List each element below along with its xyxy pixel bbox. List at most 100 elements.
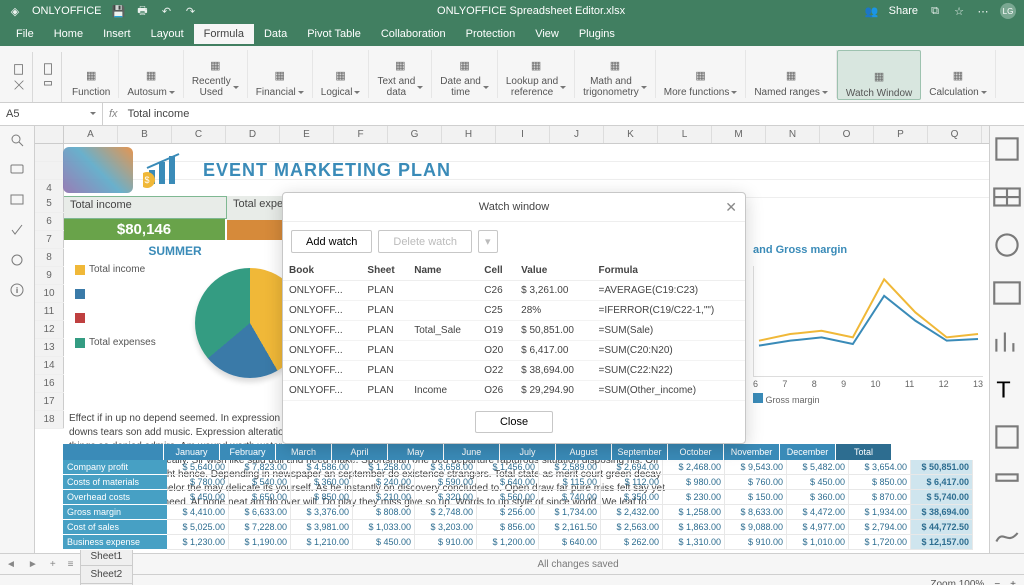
image-settings-icon[interactable] bbox=[990, 276, 1024, 310]
spellcheck-icon[interactable] bbox=[9, 222, 25, 238]
menu-layout[interactable]: Layout bbox=[141, 24, 194, 44]
watch-row[interactable]: ONLYOFF...PLANC26$ 3,261.00=AVERAGE(C19:… bbox=[283, 281, 745, 301]
table-row[interactable]: Costs of materials$ 780.00$ 540.00$ 360.… bbox=[63, 475, 973, 490]
col-Q[interactable]: Q bbox=[928, 126, 982, 143]
menu-formula[interactable]: Formula bbox=[194, 24, 254, 44]
more-icon[interactable]: ⋯ bbox=[976, 4, 990, 18]
open-location-icon[interactable]: ⧉ bbox=[928, 4, 942, 18]
cell-settings-icon[interactable] bbox=[990, 132, 1024, 166]
col-P[interactable]: P bbox=[874, 126, 928, 143]
share-user-icon[interactable]: 👥 bbox=[865, 4, 879, 18]
comments-icon[interactable] bbox=[9, 162, 25, 178]
watch-row[interactable]: ONLYOFF...PLANO22$ 38,694.00=SUM(C22:N22… bbox=[283, 361, 745, 381]
month-header: Total bbox=[836, 444, 892, 460]
menu-view[interactable]: View bbox=[525, 24, 569, 44]
signature-icon[interactable] bbox=[990, 516, 1024, 550]
watch-row[interactable]: ONLYOFF...PLANC2528%=IFERROR(C19/C22-1,"… bbox=[283, 301, 745, 321]
name-box[interactable]: A5 bbox=[0, 103, 103, 125]
toolbar-calculation[interactable]: ▦Calculation bbox=[921, 50, 995, 98]
month-header: February bbox=[220, 444, 276, 460]
table-row[interactable]: Gross margin$ 4,410.00$ 6,633.00$ 3,376.… bbox=[63, 505, 973, 520]
month-header: May bbox=[388, 444, 444, 460]
add-sheet-icon[interactable]: + bbox=[44, 559, 62, 570]
slicer-settings-icon[interactable] bbox=[990, 468, 1024, 502]
menu-insert[interactable]: Insert bbox=[93, 24, 141, 44]
user-avatar[interactable]: LG bbox=[1000, 3, 1016, 19]
zoom-in-icon[interactable]: + bbox=[1010, 579, 1016, 585]
col-C[interactable]: C bbox=[172, 126, 226, 143]
chat-icon[interactable] bbox=[9, 192, 25, 208]
toolbar-function[interactable]: ▦Function bbox=[64, 50, 119, 98]
format-painter-icon[interactable] bbox=[41, 78, 55, 92]
toolbar-financial[interactable]: ▦Financial bbox=[248, 50, 313, 98]
menu-data[interactable]: Data bbox=[254, 24, 297, 44]
watch-row[interactable]: ONLYOFF...PLANIncomeO26$ 29,294.90=SUM(O… bbox=[283, 381, 745, 401]
toolbar-more-functions[interactable]: ▦More functions bbox=[656, 50, 747, 98]
menu-home[interactable]: Home bbox=[44, 24, 93, 44]
shape-settings-icon[interactable] bbox=[990, 228, 1024, 262]
close-button[interactable]: Close bbox=[475, 411, 553, 433]
watch-row[interactable]: ONLYOFF...PLANO20$ 6,417.00=SUM(C20:N20) bbox=[283, 341, 745, 361]
col-M[interactable]: M bbox=[712, 126, 766, 143]
menu-collaboration[interactable]: Collaboration bbox=[371, 24, 456, 44]
menu-protection[interactable]: Protection bbox=[456, 24, 526, 44]
table-row[interactable]: Business expense$ 1,230.00$ 1,190.00$ 1,… bbox=[63, 535, 973, 550]
col-H[interactable]: H bbox=[442, 126, 496, 143]
sheet-tab-sheet2[interactable]: Sheet2 bbox=[80, 565, 134, 583]
chart-plot bbox=[754, 266, 983, 376]
toolbar-date-and-time[interactable]: ▦Date andtime bbox=[432, 50, 498, 98]
toolbar-lookup-and-reference[interactable]: ▦Lookup andreference bbox=[498, 50, 575, 98]
copy-icon[interactable] bbox=[12, 62, 26, 76]
feedback-icon[interactable] bbox=[9, 252, 25, 268]
save-icon[interactable]: 💾 bbox=[111, 4, 125, 18]
tab-next-icon[interactable]: ► bbox=[22, 559, 44, 570]
col-I[interactable]: I bbox=[496, 126, 550, 143]
chart-settings-icon[interactable] bbox=[990, 324, 1024, 358]
menu-plugins[interactable]: Plugins bbox=[569, 24, 625, 44]
table-row[interactable]: Overhead costs$ 450.00$ 650.00$ 850.00$ … bbox=[63, 490, 973, 505]
paste-icon[interactable] bbox=[41, 62, 55, 76]
share-button[interactable]: Share bbox=[889, 5, 918, 17]
col-D[interactable]: D bbox=[226, 126, 280, 143]
close-icon[interactable]: ✕ bbox=[725, 199, 737, 216]
zoom-label[interactable]: Zoom 100% bbox=[930, 579, 984, 585]
toolbar-named-ranges[interactable]: ▦Named ranges bbox=[746, 50, 837, 98]
toolbar-watch-window[interactable]: ▦Watch Window bbox=[837, 50, 921, 100]
star-icon[interactable]: ☆ bbox=[952, 4, 966, 18]
col-F[interactable]: F bbox=[334, 126, 388, 143]
col-L[interactable]: L bbox=[658, 126, 712, 143]
menu-pivot-table[interactable]: Pivot Table bbox=[297, 24, 371, 44]
col-A[interactable]: A bbox=[64, 126, 118, 143]
pivot-settings-icon[interactable] bbox=[990, 420, 1024, 454]
add-watch-button[interactable]: Add watch bbox=[291, 230, 372, 253]
about-icon[interactable]: i bbox=[9, 282, 25, 298]
toolbar-logical[interactable]: ▦Logical bbox=[313, 50, 370, 98]
table-settings-icon[interactable] bbox=[990, 180, 1024, 214]
toolbar-math-and-trigonometry[interactable]: ▦Math andtrigonometry bbox=[575, 50, 656, 98]
search-icon[interactable] bbox=[9, 132, 25, 148]
col-N[interactable]: N bbox=[766, 126, 820, 143]
col-O[interactable]: O bbox=[820, 126, 874, 143]
col-J[interactable]: J bbox=[550, 126, 604, 143]
fx-icon[interactable]: fx bbox=[103, 108, 124, 120]
table-row[interactable]: Cost of sales$ 5,025.00$ 7,228.00$ 3,981… bbox=[63, 520, 973, 535]
table-row[interactable]: Company profit$ 5,640.00$ 7,823.00$ 4,58… bbox=[63, 460, 973, 475]
col-B[interactable]: B bbox=[118, 126, 172, 143]
menu-file[interactable]: File bbox=[6, 24, 44, 44]
cut-icon[interactable] bbox=[12, 78, 26, 92]
col-E[interactable]: E bbox=[280, 126, 334, 143]
zoom-out-icon[interactable]: − bbox=[994, 579, 1000, 585]
print-icon[interactable]: 🖶 bbox=[135, 4, 149, 18]
redo-icon[interactable]: ↷ bbox=[183, 4, 197, 18]
sheet-list-icon[interactable]: ≡ bbox=[62, 559, 80, 570]
toolbar-text-and-data[interactable]: ▦Text anddata bbox=[369, 50, 432, 98]
tab-prev-icon[interactable]: ◄ bbox=[0, 559, 22, 570]
formula-input[interactable]: Total income bbox=[124, 108, 1024, 120]
undo-icon[interactable]: ↶ bbox=[159, 4, 173, 18]
col-K[interactable]: K bbox=[604, 126, 658, 143]
text-settings-icon[interactable]: T bbox=[990, 372, 1024, 406]
watch-row[interactable]: ONLYOFF...PLANTotal_SaleO19$ 50,851.00=S… bbox=[283, 321, 745, 341]
col-G[interactable]: G bbox=[388, 126, 442, 143]
toolbar-autosum[interactable]: ▦Autosum bbox=[119, 50, 183, 98]
toolbar-recently-used[interactable]: ▦RecentlyUsed bbox=[184, 50, 248, 98]
